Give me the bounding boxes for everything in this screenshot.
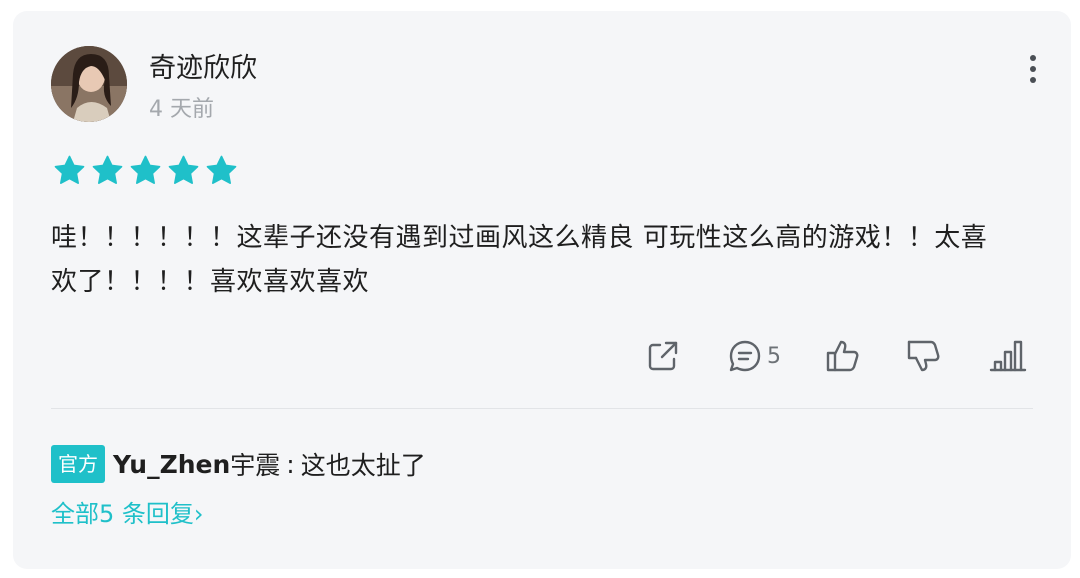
avatar[interactable]: [51, 46, 127, 122]
star-icon: [206, 155, 237, 184]
star-icon: [54, 155, 85, 184]
more-options-icon[interactable]: [1023, 51, 1043, 87]
username[interactable]: 奇迹欣欣: [149, 51, 257, 87]
bar-chart-icon: [989, 340, 1027, 372]
divider: [51, 408, 1033, 409]
star-icon: [92, 155, 123, 184]
share-button[interactable]: [645, 336, 681, 376]
reply-author[interactable]: Yu_Zhen: [113, 450, 230, 479]
reply-text: 这也太扯了: [300, 451, 426, 480]
comment-button[interactable]: 5: [727, 336, 781, 376]
chevron-right-icon: ›: [193, 500, 204, 528]
review-text: 哇！！！！！！这辈子还没有遇到过画风这么精良 可玩性这么高的游戏！！太喜欢了！！…: [51, 223, 988, 297]
official-badge: 官方: [51, 445, 105, 483]
official-reply[interactable]: 官方 Yu_Zhen 宇震 : 这也太扯了: [51, 445, 426, 483]
dislike-button[interactable]: [906, 336, 942, 376]
like-button[interactable]: [825, 336, 861, 376]
star-icon: [168, 155, 199, 184]
star-icon: [130, 155, 161, 184]
share-icon: [648, 341, 678, 371]
reply-author-suffix[interactable]: 宇震: [230, 446, 280, 482]
thumbs-down-icon: [907, 340, 940, 372]
all-replies-label: 全部5 条回复: [51, 500, 194, 528]
all-replies-link[interactable]: 全部5 条回复›: [51, 497, 204, 531]
review-time: 4 天前: [149, 97, 214, 122]
review-card: 奇迹欣欣 4 天前 哇！！！！！！这辈子还没有遇到过画风这么精良 可玩性这么高的…: [13, 11, 1071, 569]
comment-icon: [729, 340, 761, 372]
action-bar: 5: [13, 336, 1071, 376]
reply-separator: :: [286, 449, 295, 479]
thumbs-up-icon: [826, 340, 859, 372]
rating-stars: [53, 154, 238, 187]
comment-count: 5: [767, 343, 781, 369]
stats-button[interactable]: [989, 336, 1027, 376]
